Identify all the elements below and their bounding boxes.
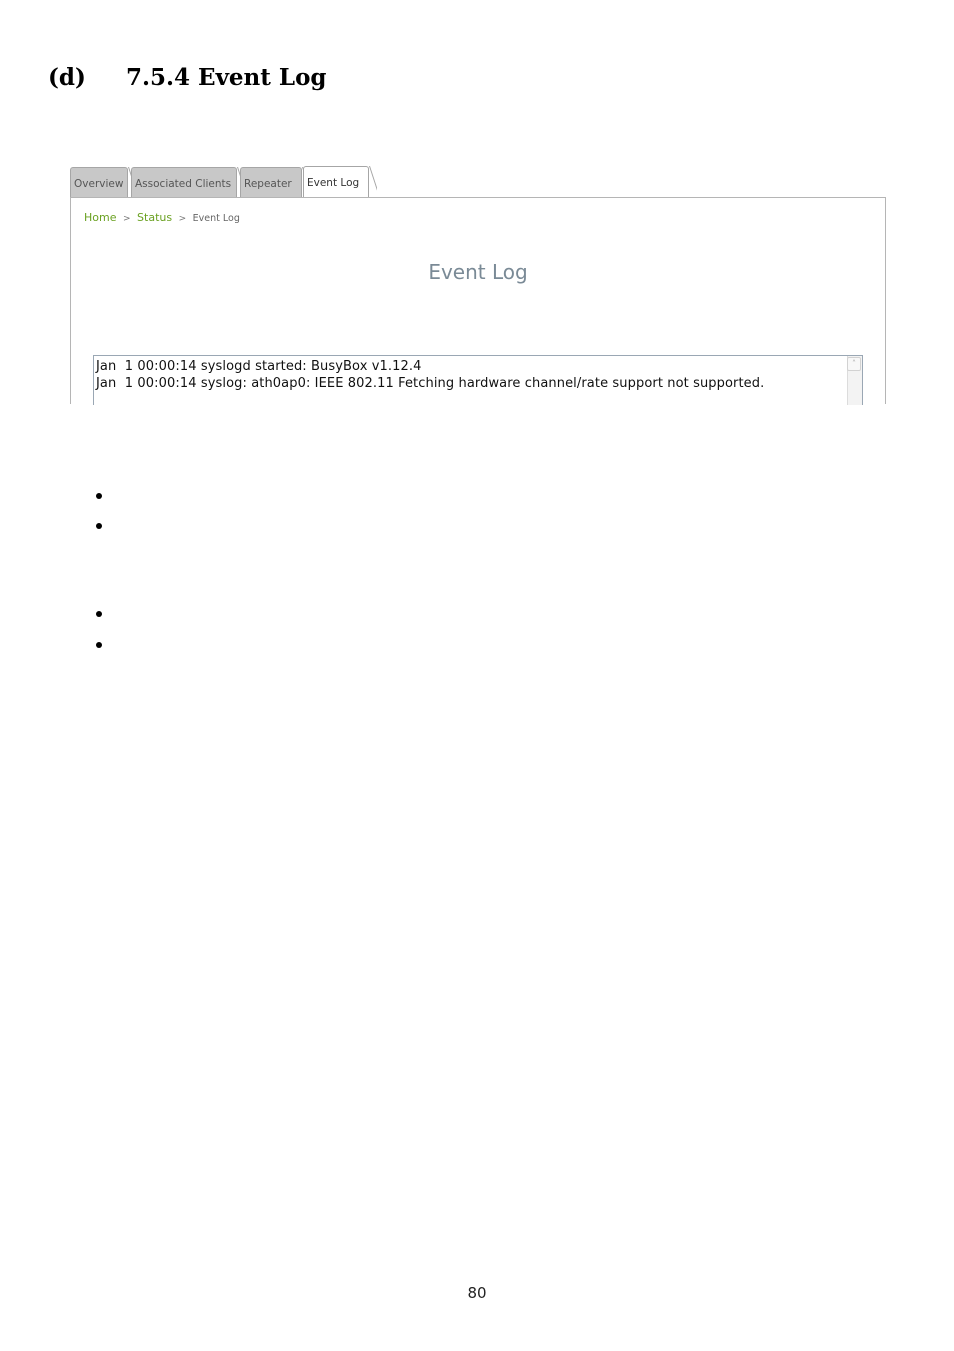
tab-overview-label: Overview [74,178,124,190]
bullet-point [96,611,102,617]
tab-repeater-label: Repeater [244,178,292,190]
bullet-point [96,523,102,529]
screenshot-figure: Overview Associated Clients Repeater Eve… [70,166,886,405]
event-log-textarea[interactable]: Jan 1 00:00:14 syslogd started: BusyBox … [93,355,863,405]
tab-associated-clients-label: Associated Clients [135,178,232,190]
tab-edge [367,166,377,197]
breadcrumb-status-link[interactable]: Status [137,211,172,224]
tab-associated-clients[interactable]: Associated Clients [131,167,237,197]
log-line: Jan 1 00:00:14 syslog: ath0ap0: IEEE 802… [96,376,765,391]
breadcrumb-separator: > [178,214,187,224]
section-title: 7.5.4 Event Log [126,64,327,91]
tab-event-log[interactable]: Event Log [303,166,369,198]
section-number: (d) [48,64,86,91]
scroll-up-arrow-icon[interactable]: ˄ [847,357,861,371]
tab-bar: Overview Associated Clients Repeater Eve… [70,166,886,198]
tab-repeater[interactable]: Repeater [240,167,302,197]
page-number: 80 [467,1284,487,1302]
section-heading: (d) 7.5.4 Event Log [48,64,327,91]
breadcrumb: Home > Status > Event Log [84,211,240,224]
bullet-point [96,642,102,648]
content-panel: Home > Status > Event Log Event Log Jan … [70,197,886,405]
bullet-point [96,493,102,499]
log-scrollbar[interactable]: ˄ [847,356,862,405]
breadcrumb-home-link[interactable]: Home [84,211,116,224]
log-line: Jan 1 00:00:14 syslogd started: BusyBox … [96,359,422,374]
breadcrumb-separator: > [122,214,131,224]
breadcrumb-current: Event Log [192,213,240,224]
page-title: Event Log [428,260,528,284]
tab-event-log-label: Event Log [307,177,360,189]
tab-overview[interactable]: Overview [70,167,128,197]
